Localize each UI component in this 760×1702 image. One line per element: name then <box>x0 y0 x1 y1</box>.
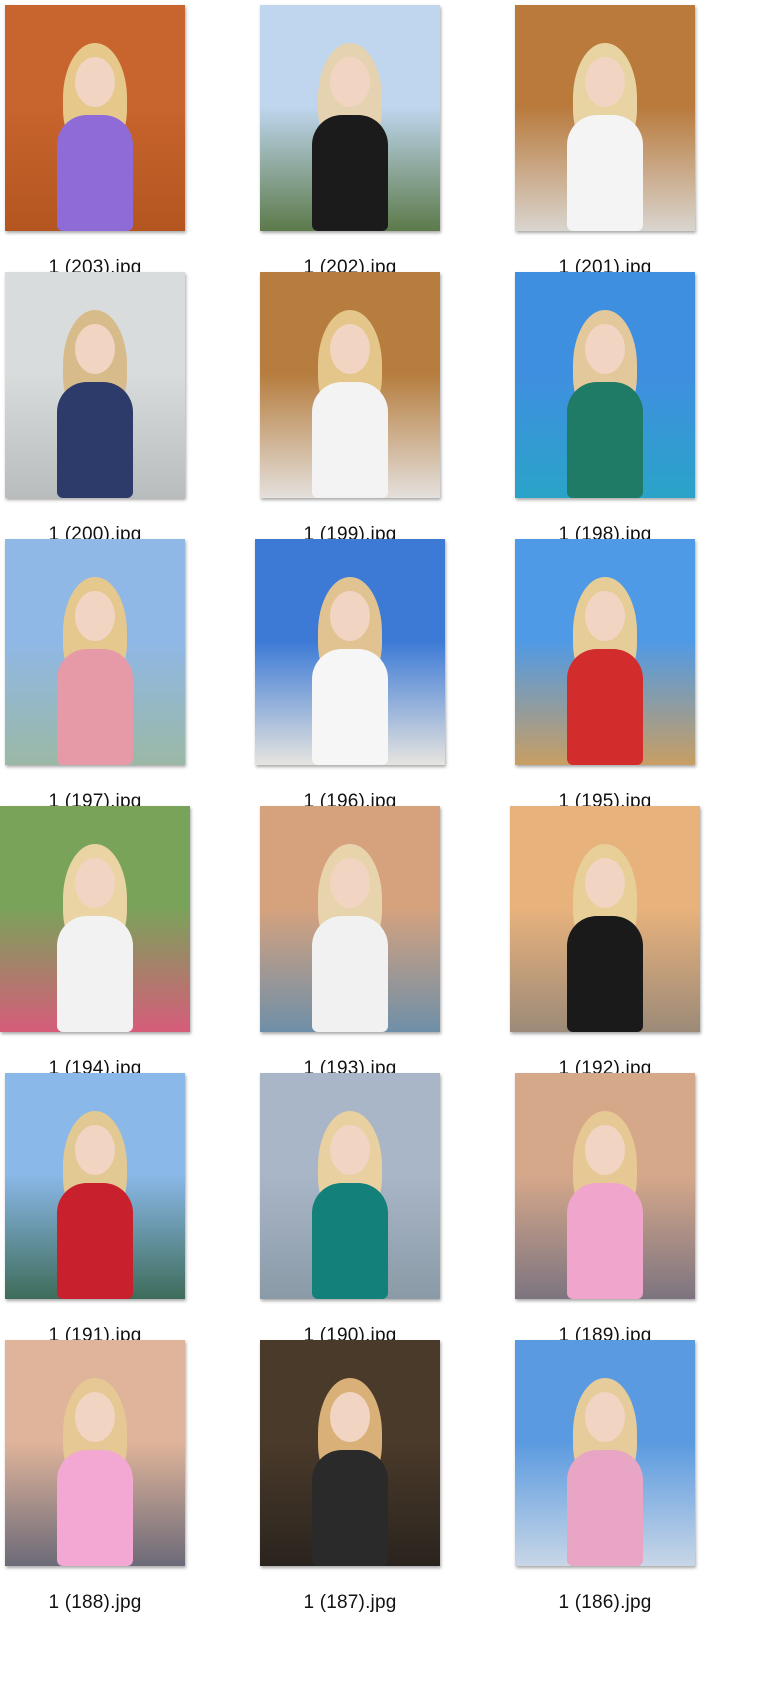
file-item[interactable]: 1 (194).jpg <box>0 804 253 1094</box>
file-item[interactable]: 1 (188).jpg <box>0 1338 253 1628</box>
figure-outfit-shape <box>312 916 388 1032</box>
file-name-label: 1 (188).jpg <box>48 1592 142 1613</box>
figure-outfit-shape <box>567 649 643 765</box>
file-item[interactable]: 1 (195).jpg <box>510 537 760 827</box>
photo-thumbnail-icon[interactable] <box>260 272 440 498</box>
file-thumbnail-grid: 1 (203).jpg 1 (202).jpg 1 (201).jpg 1 (200)… <box>0 0 760 1702</box>
file-item[interactable]: 1 (199).jpg <box>255 270 508 560</box>
file-item[interactable]: 1 (203).jpg <box>0 3 253 293</box>
file-item[interactable]: 1 (201).jpg <box>510 3 760 293</box>
figure-outfit-shape <box>567 1450 643 1566</box>
thumbnail-frame <box>510 806 700 1052</box>
figure-face-shape <box>330 324 370 374</box>
figure-outfit-shape <box>567 382 643 498</box>
figure-face-shape <box>75 1392 115 1442</box>
figure-face-shape <box>585 591 625 641</box>
figure-outfit-shape <box>57 382 133 498</box>
file-item[interactable]: 1 (202).jpg <box>255 3 508 293</box>
figure-face-shape <box>330 1125 370 1175</box>
figure-outfit-shape <box>312 382 388 498</box>
photo-thumbnail-icon[interactable] <box>515 5 695 231</box>
figure-outfit-shape <box>567 1183 643 1299</box>
photo-thumbnail-icon[interactable] <box>515 1073 695 1299</box>
file-item[interactable]: 1 (187).jpg <box>255 1338 508 1628</box>
photo-thumbnail-icon[interactable] <box>5 272 185 498</box>
figure-outfit-shape <box>312 1183 388 1299</box>
figure-outfit-shape <box>57 1450 133 1566</box>
photo-thumbnail-icon[interactable] <box>5 5 185 231</box>
thumbnail-frame <box>0 806 190 1052</box>
figure-face-shape <box>585 57 625 107</box>
figure-face-shape <box>75 858 115 908</box>
file-name-label: 1 (186).jpg <box>558 1592 652 1613</box>
photo-thumbnail-icon[interactable] <box>515 1340 695 1566</box>
file-name-label: 1 (187).jpg <box>303 1592 397 1613</box>
thumbnail-frame <box>0 1340 190 1586</box>
figure-face-shape <box>585 1125 625 1175</box>
figure-outfit-shape <box>312 649 388 765</box>
figure-face-shape <box>330 57 370 107</box>
photo-thumbnail-icon[interactable] <box>0 806 190 1032</box>
photo-thumbnail-icon[interactable] <box>5 1073 185 1299</box>
thumbnail-frame <box>255 1073 445 1319</box>
figure-outfit-shape <box>57 1183 133 1299</box>
figure-outfit-shape <box>567 916 643 1032</box>
figure-face-shape <box>585 1392 625 1442</box>
thumbnail-frame <box>255 272 445 518</box>
file-item[interactable]: 1 (198).jpg <box>510 270 760 560</box>
file-item[interactable]: 1 (186).jpg <box>510 1338 760 1628</box>
file-item[interactable]: 1 (191).jpg <box>0 1071 253 1361</box>
figure-face-shape <box>75 324 115 374</box>
file-item[interactable]: 1 (190).jpg <box>255 1071 508 1361</box>
photo-thumbnail-icon[interactable] <box>515 272 695 498</box>
figure-outfit-shape <box>567 115 643 231</box>
figure-outfit-shape <box>312 115 388 231</box>
photo-thumbnail-icon[interactable] <box>5 539 185 765</box>
figure-outfit-shape <box>312 1450 388 1566</box>
photo-thumbnail-icon[interactable] <box>260 1073 440 1299</box>
figure-outfit-shape <box>57 649 133 765</box>
photo-thumbnail-icon[interactable] <box>260 806 440 1032</box>
photo-thumbnail-icon[interactable] <box>510 806 700 1032</box>
thumbnail-frame <box>0 539 190 785</box>
file-item[interactable]: 1 (200).jpg <box>0 270 253 560</box>
file-item[interactable]: 1 (193).jpg <box>255 804 508 1094</box>
figure-face-shape <box>585 324 625 374</box>
figure-face-shape <box>330 591 370 641</box>
thumbnail-frame <box>0 5 190 251</box>
thumbnail-frame <box>0 272 190 518</box>
thumbnail-frame <box>510 1340 700 1586</box>
photo-thumbnail-icon[interactable] <box>515 539 695 765</box>
thumbnail-frame <box>510 539 700 785</box>
thumbnail-frame <box>255 539 445 785</box>
thumbnail-frame <box>0 1073 190 1319</box>
thumbnail-frame <box>255 806 445 1052</box>
file-item[interactable]: 1 (196).jpg <box>255 537 508 827</box>
figure-face-shape <box>75 57 115 107</box>
photo-thumbnail-icon[interactable] <box>255 539 445 765</box>
photo-thumbnail-icon[interactable] <box>260 1340 440 1566</box>
file-item[interactable]: 1 (189).jpg <box>510 1071 760 1361</box>
photo-thumbnail-icon[interactable] <box>5 1340 185 1566</box>
thumbnail-frame <box>510 1073 700 1319</box>
file-item[interactable]: 1 (197).jpg <box>0 537 253 827</box>
thumbnail-frame <box>510 272 700 518</box>
figure-outfit-shape <box>57 916 133 1032</box>
photo-thumbnail-icon[interactable] <box>260 5 440 231</box>
figure-outfit-shape <box>57 115 133 231</box>
figure-face-shape <box>75 591 115 641</box>
thumbnail-frame <box>510 5 700 251</box>
thumbnail-frame <box>255 1340 445 1586</box>
figure-face-shape <box>75 1125 115 1175</box>
figure-face-shape <box>585 858 625 908</box>
figure-face-shape <box>330 1392 370 1442</box>
figure-face-shape <box>330 858 370 908</box>
thumbnail-frame <box>255 5 445 251</box>
file-item[interactable]: 1 (192).jpg <box>510 804 760 1094</box>
